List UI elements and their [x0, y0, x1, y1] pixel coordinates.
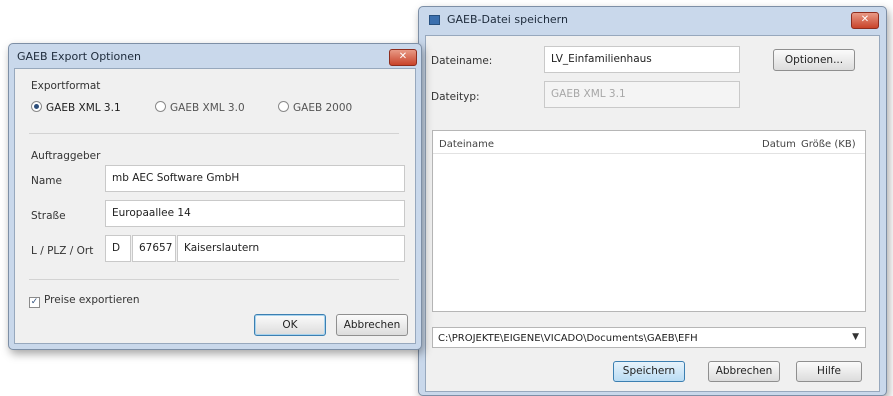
save-button[interactable]: Speichern: [613, 361, 685, 382]
help-button[interactable]: Hilfe: [796, 361, 862, 382]
location-label: L / PLZ / Ort: [31, 245, 94, 257]
options-button[interactable]: Optionen...: [773, 49, 855, 71]
filetype-label: Dateityp:: [431, 91, 480, 103]
column-header-size[interactable]: Größe (KB): [801, 139, 856, 150]
chevron-down-icon[interactable]: ▼: [852, 332, 859, 342]
zip-input[interactable]: 67657: [132, 235, 176, 262]
section-divider: [29, 133, 399, 134]
app-icon: [429, 15, 440, 25]
file-list[interactable]: Dateiname Datum Größe (KB): [432, 130, 866, 312]
column-header-filename[interactable]: Dateiname: [439, 139, 494, 150]
export-prices-checkbox[interactable]: ✓ Preise exportieren: [29, 294, 139, 308]
export-prices-label: Preise exportieren: [44, 294, 140, 306]
export-dialog-titlebar[interactable]: GAEB Export Optionen ✕: [9, 44, 421, 70]
section-divider: [29, 279, 399, 280]
cancel-button[interactable]: Abbrechen: [708, 361, 780, 382]
radio-unselected-icon: [278, 101, 289, 112]
name-label: Name: [31, 175, 62, 187]
radio-gaeb-xml-30[interactable]: GAEB XML 3.0: [155, 101, 245, 114]
ok-button[interactable]: OK: [254, 314, 326, 336]
close-icon[interactable]: ✕: [389, 49, 417, 66]
radio-label: GAEB XML 3.1: [46, 102, 121, 114]
name-input[interactable]: mb AEC Software GmbH: [105, 165, 405, 192]
export-options-dialog: GAEB Export Optionen ✕ Exportformat GAEB…: [8, 43, 422, 350]
export-format-heading: Exportformat: [31, 80, 101, 92]
street-input[interactable]: Europaallee 14: [105, 200, 405, 227]
list-header-divider: [433, 153, 865, 154]
radio-selected-icon: [31, 101, 42, 112]
country-input[interactable]: D: [105, 235, 131, 262]
street-label: Straße: [31, 210, 66, 222]
radio-unselected-icon: [155, 101, 166, 112]
filename-input[interactable]: LV_Einfamilienhaus: [544, 46, 740, 73]
path-value: C:\PROJEKTE\EIGENE\VICADO\Documents\GAEB…: [438, 333, 698, 344]
save-dialog-body: Dateiname: LV_Einfamilienhaus Optionen..…: [425, 35, 880, 392]
column-header-date[interactable]: Datum: [762, 139, 796, 150]
radio-gaeb-2000[interactable]: GAEB 2000: [278, 101, 352, 114]
radio-label: GAEB 2000: [293, 102, 353, 114]
client-heading: Auftraggeber: [31, 150, 101, 162]
save-dialog-titlebar[interactable]: GAEB-Datei speichern ✕: [419, 7, 886, 33]
radio-gaeb-xml-31[interactable]: GAEB XML 3.1: [31, 101, 121, 114]
city-input[interactable]: Kaiserslautern: [177, 235, 405, 262]
filename-label: Dateiname:: [431, 55, 493, 67]
export-dialog-title: GAEB Export Optionen: [17, 50, 141, 63]
close-icon[interactable]: ✕: [851, 12, 879, 29]
path-dropdown[interactable]: C:\PROJEKTE\EIGENE\VICADO\Documents\GAEB…: [432, 327, 866, 348]
checkmark-icon: ✓: [29, 297, 40, 308]
save-dialog: GAEB-Datei speichern ✕ Dateiname: LV_Ein…: [418, 6, 887, 396]
filetype-field: GAEB XML 3.1: [544, 81, 740, 108]
save-dialog-title: GAEB-Datei speichern: [447, 13, 568, 26]
radio-label: GAEB XML 3.0: [170, 102, 245, 114]
export-dialog-body: Exportformat GAEB XML 3.1 GAEB XML 3.0 G…: [14, 68, 416, 344]
cancel-button[interactable]: Abbrechen: [336, 314, 408, 336]
